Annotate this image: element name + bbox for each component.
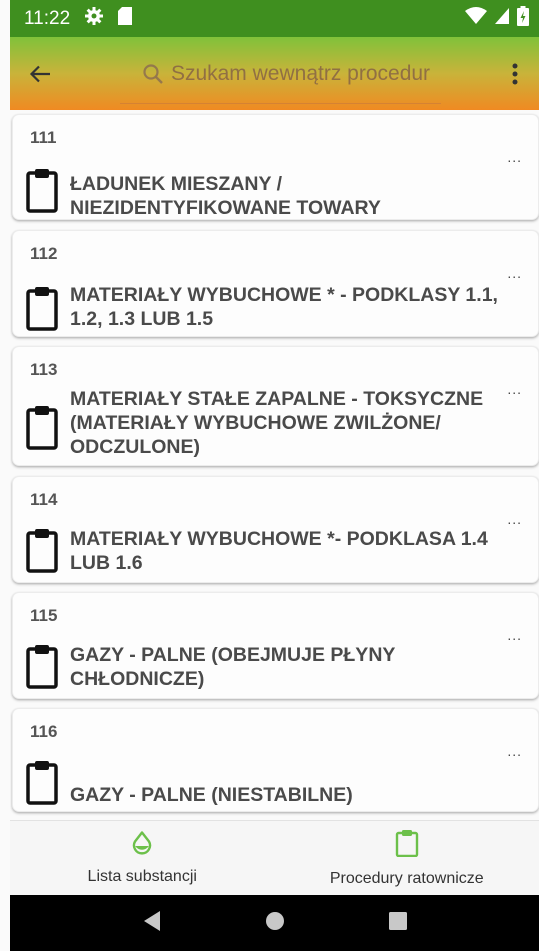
search-input[interactable] <box>70 61 491 86</box>
arrow-back-icon <box>29 65 50 82</box>
list-item[interactable]: 116 ... GAZY - PALNE (NIESTABILNE) <box>12 708 539 812</box>
procedure-title: GAZY - PALNE (NIESTABILNE) <box>70 784 353 806</box>
more-button[interactable]: ... <box>507 511 522 527</box>
procedure-number: 115 <box>30 606 58 625</box>
list-item[interactable]: 113 ... MATERIAŁY STAŁE ZAPALNE - TOKSYC… <box>12 346 539 466</box>
search-bar[interactable] <box>70 37 491 110</box>
nav-label: Procedury ratownicze <box>329 869 484 887</box>
system-navigation-bar <box>10 895 539 951</box>
procedure-title: MATERIAŁY STAŁE ZAPALNE - TOKSYCZNE (MAT… <box>70 388 484 458</box>
search-icon <box>142 63 164 90</box>
back-button[interactable] <box>10 37 70 110</box>
drop-icon <box>132 830 152 860</box>
procedure-number: 111 <box>30 128 57 147</box>
more-vert-icon <box>512 63 518 84</box>
procedure-title: MATERIAŁY WYBUCHOWE *- PODKLASA 1.4 LUB … <box>70 528 488 574</box>
list-item[interactable]: 111 ... ŁADUNEK MIESZANY / NIEZIDENTYFIK… <box>12 114 539 220</box>
more-button[interactable]: ... <box>507 627 522 643</box>
list-item[interactable]: 115 ... GAZY - PALNE (OBEJMUJE PŁYNY CHŁ… <box>12 592 539 699</box>
procedure-title: GAZY - PALNE (OBEJMUJE PŁYNY CHŁODNICZE) <box>70 644 396 690</box>
status-bar: 11:22 <box>10 0 539 37</box>
list-item[interactable]: 114 ... MATERIAŁY WYBUCHOWE *- PODKLASA … <box>12 476 539 583</box>
nav-label: Lista substancji <box>87 867 197 885</box>
clipboard-icon <box>26 167 58 218</box>
nav-back-icon[interactable] <box>142 910 162 937</box>
clipboard-icon <box>26 527 58 578</box>
procedure-list: 111 ... ŁADUNEK MIESZANY / NIEZIDENTYFIK… <box>10 110 539 820</box>
procedure-number: 114 <box>30 490 58 509</box>
procedure-number: 116 <box>30 722 58 741</box>
more-button[interactable]: ... <box>507 149 522 165</box>
bottom-navigation: Lista substancji Procedury ratownicze <box>10 820 539 895</box>
nav-item-substance-list[interactable]: Lista substancji <box>10 821 275 895</box>
more-button[interactable]: ... <box>507 381 522 397</box>
app-bar <box>10 37 539 110</box>
clipboard-icon <box>26 643 58 694</box>
battery-icon <box>517 6 529 31</box>
signal-icon <box>495 8 509 29</box>
procedure-title: MATERIAŁY WYBUCHOWE * - PODKLASY 1.1, 1.… <box>70 284 498 330</box>
more-button[interactable]: ... <box>507 743 522 759</box>
procedure-number: 113 <box>30 360 58 379</box>
nav-home-icon[interactable] <box>265 911 285 936</box>
overflow-menu-button[interactable] <box>491 37 539 110</box>
procedure-title: ŁADUNEK MIESZANY / NIEZIDENTYFIKOWANE TO… <box>70 173 381 219</box>
status-time: 11:22 <box>24 7 71 29</box>
procedure-number: 112 <box>30 244 58 263</box>
clipboard-icon <box>395 829 419 862</box>
clipboard-icon <box>26 404 58 455</box>
sd-card-icon <box>118 7 133 30</box>
search-underline <box>120 103 441 104</box>
clipboard-icon <box>26 285 58 336</box>
nav-item-rescue-procedures[interactable]: Procedury ratownicze <box>275 821 539 895</box>
more-button[interactable]: ... <box>507 265 522 281</box>
nav-recents-icon[interactable] <box>388 911 408 936</box>
list-item[interactable]: 112 ... MATERIAŁY WYBUCHOWE * - PODKLASY… <box>12 230 539 337</box>
settings-gear-icon <box>84 6 104 31</box>
wifi-icon <box>465 7 487 30</box>
clipboard-icon <box>26 759 58 810</box>
